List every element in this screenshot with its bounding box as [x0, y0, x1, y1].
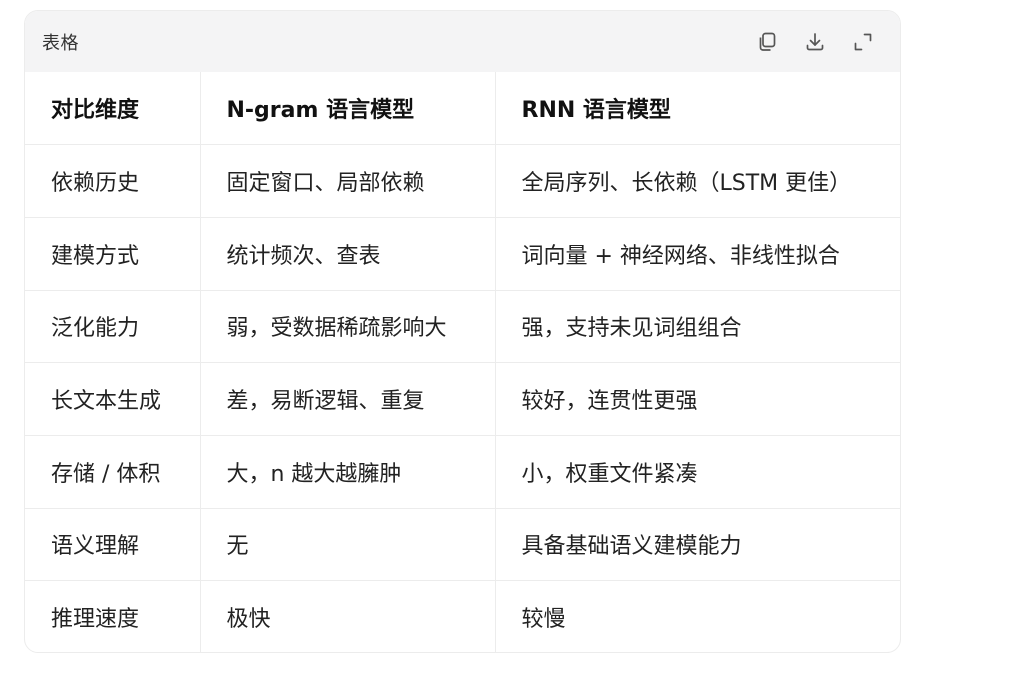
table-cell: 具备基础语义建模能力	[495, 508, 900, 582]
table-row: 依赖历史 固定窗口、局部依赖 全局序列、长依赖（LSTM 更佳）	[25, 144, 900, 218]
table-cell: 存储 / 体积	[25, 435, 201, 509]
table-cell: 极快	[200, 580, 496, 652]
copy-button[interactable]	[752, 27, 782, 57]
table-cell: 依赖历史	[25, 144, 201, 218]
column-header: N-gram 语言模型	[200, 72, 496, 146]
table-header-row: 对比维度 N-gram 语言模型 RNN 语言模型	[25, 72, 900, 146]
table-card: 表格 对比维度 N-gram 语言模型 RNN 语言模型 依赖历史 固定窗口、局…	[24, 10, 901, 653]
table-cell: 较慢	[521, 607, 566, 633]
download-icon	[806, 32, 824, 50]
table-row: 建模方式 统计频次、查表 词向量 + 神经网络、非线性拟合	[25, 217, 900, 291]
column-header: RNN 语言模型	[495, 72, 900, 146]
download-button[interactable]	[800, 27, 830, 57]
table-cell: 词向量 + 神经网络、非线性拟合	[495, 217, 900, 291]
table-cell: 语义理解	[25, 508, 201, 582]
comparison-table: 对比维度 N-gram 语言模型 RNN 语言模型 依赖历史 固定窗口、局部依赖…	[25, 72, 900, 652]
table-cell: 较好，连贯性更强	[495, 362, 900, 436]
table-cell: 固定窗口、局部依赖	[200, 144, 496, 218]
card-header: 表格	[25, 11, 900, 72]
table-row: 语义理解 无 具备基础语义建模能力	[25, 508, 900, 582]
expand-button[interactable]	[848, 27, 878, 57]
expand-icon	[854, 33, 872, 50]
table-cell: 无	[200, 508, 496, 582]
table-cell: 全局序列、长依赖（LSTM 更佳）	[495, 144, 900, 218]
column-header: 对比维度	[25, 72, 201, 146]
table-cell: 小，权重文件紧凑	[495, 435, 900, 509]
table-cell: 长文本生成	[25, 362, 201, 436]
card-title: 表格	[42, 32, 79, 54]
table-cell: 建模方式	[25, 217, 201, 291]
table-cell: 差，易断逻辑、重复	[200, 362, 496, 436]
table-row: 泛化能力 弱，受数据稀疏影响大 强，支持未见词组组合	[25, 290, 900, 364]
copy-icon	[759, 32, 776, 51]
table-cell: 弱，受数据稀疏影响大	[200, 290, 496, 364]
table-row: 长文本生成 差，易断逻辑、重复 较好，连贯性更强	[25, 362, 900, 436]
table-row: 推理速度 极快 较慢	[25, 580, 900, 652]
table-cell: 强，支持未见词组组合	[495, 290, 900, 364]
toolbar	[752, 27, 878, 57]
table-row: 存储 / 体积 大，n 越大越臃肿 小，权重文件紧凑	[25, 435, 900, 509]
table-cell: 统计频次、查表	[200, 217, 496, 291]
table-cell: 大，n 越大越臃肿	[200, 435, 496, 509]
table-cell: 推理速度	[25, 580, 201, 652]
table-cell: 泛化能力	[25, 290, 201, 364]
